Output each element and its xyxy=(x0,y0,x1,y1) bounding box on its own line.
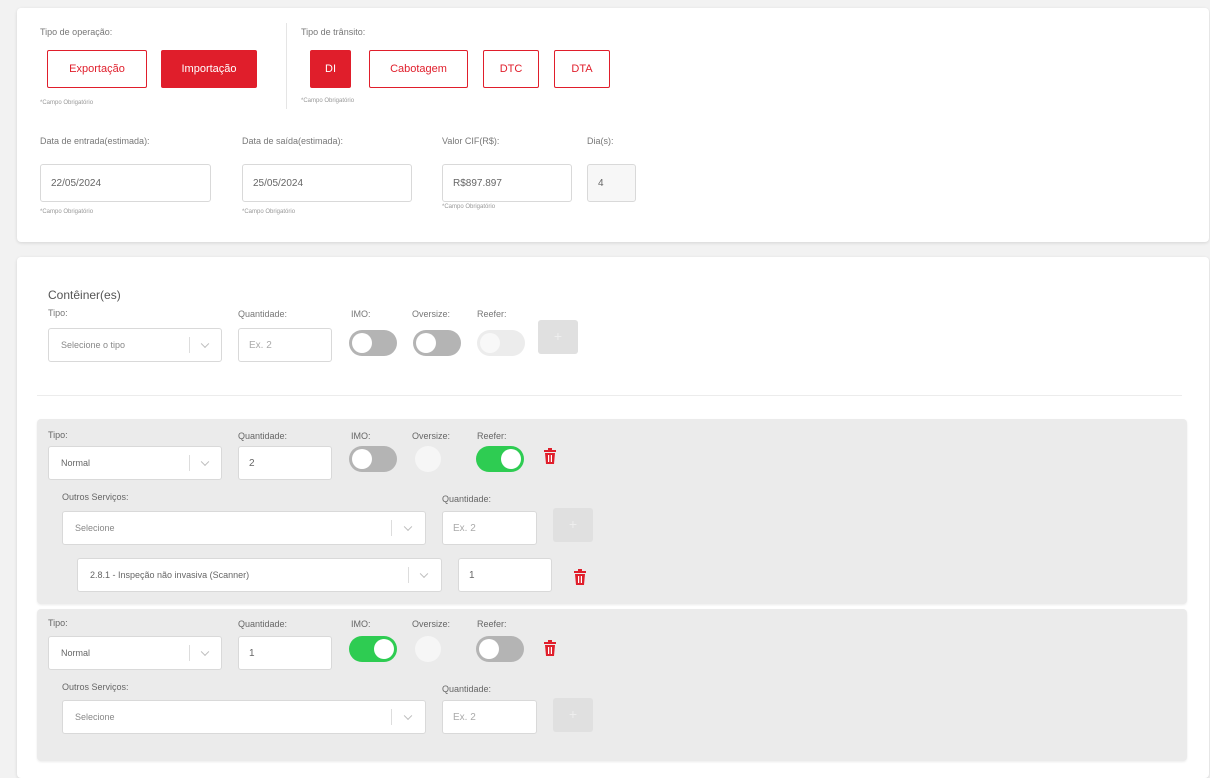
item-imo-label: IMO: xyxy=(351,431,371,441)
toggle-knob xyxy=(374,639,394,659)
divider-vertical xyxy=(286,23,287,109)
outros-placeholder: Selecione xyxy=(75,523,115,533)
tipo-select[interactable]: Selecione o tipo xyxy=(48,328,222,362)
oversize-label: Oversize: xyxy=(412,309,451,319)
container-item: Tipo: Quantidade: IMO: Oversize: Reefer:… xyxy=(37,419,1187,604)
quantidade-label: Quantidade: xyxy=(238,309,288,319)
item-reefer-label: Reefer: xyxy=(477,431,507,441)
dias-input: 4 xyxy=(587,164,636,202)
item-imo-toggle[interactable] xyxy=(349,636,397,662)
chevron-down-icon xyxy=(419,569,429,579)
dta-button[interactable]: DTA xyxy=(554,50,610,88)
saida-required: *Campo Obrigatório xyxy=(242,209,296,215)
valor-label: Valor CIF(R$): xyxy=(442,136,500,146)
containers-title: Contêiner(es) xyxy=(48,288,121,302)
add-container-button[interactable] xyxy=(538,320,578,354)
outros-quantidade-input[interactable]: Ex. 2 xyxy=(442,511,537,545)
servico-quantidade-input[interactable]: 1 xyxy=(458,558,552,592)
outros-quantidade-label: Quantidade: xyxy=(442,494,492,504)
item-imo-label: IMO: xyxy=(351,619,371,629)
item-tipo-label: Tipo: xyxy=(48,618,68,628)
item-oversize-toggle xyxy=(415,636,441,662)
toggle-knob xyxy=(352,333,372,353)
item-oversize-label: Oversize: xyxy=(412,431,451,441)
saida-date-input[interactable]: 25/05/2024 xyxy=(242,164,412,202)
item-reefer-toggle[interactable] xyxy=(476,446,524,472)
tipo-label: Tipo: xyxy=(48,308,68,318)
item-reefer-toggle[interactable] xyxy=(476,636,524,662)
transito-label: Tipo de trânsito: xyxy=(301,27,366,37)
toggle-knob xyxy=(480,333,500,353)
item-tipo-select[interactable]: Normal xyxy=(48,636,222,670)
chevron-down-icon xyxy=(403,711,413,721)
chevron-down-icon xyxy=(403,522,413,532)
oversize-toggle[interactable] xyxy=(413,330,461,356)
select-separator xyxy=(189,645,190,661)
trash-icon[interactable] xyxy=(543,448,557,464)
item-tipo-select[interactable]: Normal xyxy=(48,446,222,480)
select-separator xyxy=(189,337,190,353)
item-oversize-label: Oversize: xyxy=(412,619,451,629)
outros-placeholder: Selecione xyxy=(75,712,115,722)
servico-select[interactable]: 2.8.1 - Inspeção não invasiva (Scanner) xyxy=(77,558,442,592)
item-imo-toggle[interactable] xyxy=(349,446,397,472)
outros-quantidade-input[interactable]: Ex. 2 xyxy=(442,700,537,734)
di-button[interactable]: DI xyxy=(310,50,351,88)
item-quantidade-input[interactable]: 1 xyxy=(238,636,332,670)
quantidade-input[interactable]: Ex. 2 xyxy=(238,328,332,362)
cabotagem-button[interactable]: Cabotagem xyxy=(369,50,468,88)
toggle-knob xyxy=(352,449,372,469)
operation-card: Tipo de operação: Exportação Importação … xyxy=(17,8,1209,242)
toggle-knob xyxy=(501,449,521,469)
saida-label: Data de saída(estimada): xyxy=(242,136,344,146)
select-separator xyxy=(391,520,392,536)
transito-required: *Campo Obrigatório xyxy=(301,98,355,104)
item-quantidade-input[interactable]: 2 xyxy=(238,446,332,480)
imo-label: IMO: xyxy=(351,309,371,319)
select-separator xyxy=(391,709,392,725)
valor-cif-input[interactable]: R$897.897 xyxy=(442,164,572,202)
valor-required: *Campo Obrigatório xyxy=(442,204,496,210)
imo-toggle[interactable] xyxy=(349,330,397,356)
dtc-button[interactable]: DTC xyxy=(483,50,539,88)
item-tipo-value: Normal xyxy=(61,458,91,468)
add-service-button[interactable] xyxy=(553,698,593,732)
item-quantidade-label: Quantidade: xyxy=(238,431,288,441)
outros-label: Outros Serviços: xyxy=(62,492,129,502)
item-reefer-label: Reefer: xyxy=(477,619,507,629)
outros-label: Outros Serviços: xyxy=(62,682,129,692)
reefer-label: Reefer: xyxy=(477,309,507,319)
container-item: Tipo: Quantidade: IMO: Oversize: Reefer:… xyxy=(37,609,1187,761)
toggle-knob xyxy=(416,333,436,353)
select-separator xyxy=(189,455,190,471)
dias-label: Dia(s): xyxy=(587,136,614,146)
trash-icon[interactable] xyxy=(543,640,557,656)
operacao-label: Tipo de operação: xyxy=(40,27,113,37)
reefer-toggle xyxy=(477,330,525,356)
item-tipo-value: Normal xyxy=(61,648,91,658)
outros-servicos-select[interactable]: Selecione xyxy=(62,511,426,545)
item-oversize-toggle xyxy=(415,446,441,472)
exportacao-button[interactable]: Exportação xyxy=(47,50,147,88)
tipo-select-placeholder: Selecione o tipo xyxy=(61,340,126,350)
divider-horizontal xyxy=(37,395,1182,396)
trash-icon[interactable] xyxy=(573,569,587,585)
servico-value: 2.8.1 - Inspeção não invasiva (Scanner) xyxy=(90,570,250,580)
outros-servicos-select[interactable]: Selecione xyxy=(62,700,426,734)
select-separator xyxy=(408,567,409,583)
chevron-down-icon xyxy=(200,339,210,349)
toggle-knob xyxy=(479,639,499,659)
item-tipo-label: Tipo: xyxy=(48,430,68,440)
item-quantidade-label: Quantidade: xyxy=(238,619,288,629)
entrada-label: Data de entrada(estimada): xyxy=(40,136,150,146)
entrada-required: *Campo Obrigatório xyxy=(40,209,94,215)
importacao-button[interactable]: Importação xyxy=(161,50,257,88)
outros-quantidade-label: Quantidade: xyxy=(442,684,492,694)
operacao-required: *Campo Obrigatório xyxy=(40,100,94,106)
add-service-button[interactable] xyxy=(553,508,593,542)
chevron-down-icon xyxy=(200,457,210,467)
chevron-down-icon xyxy=(200,647,210,657)
entrada-date-input[interactable]: 22/05/2024 xyxy=(40,164,211,202)
